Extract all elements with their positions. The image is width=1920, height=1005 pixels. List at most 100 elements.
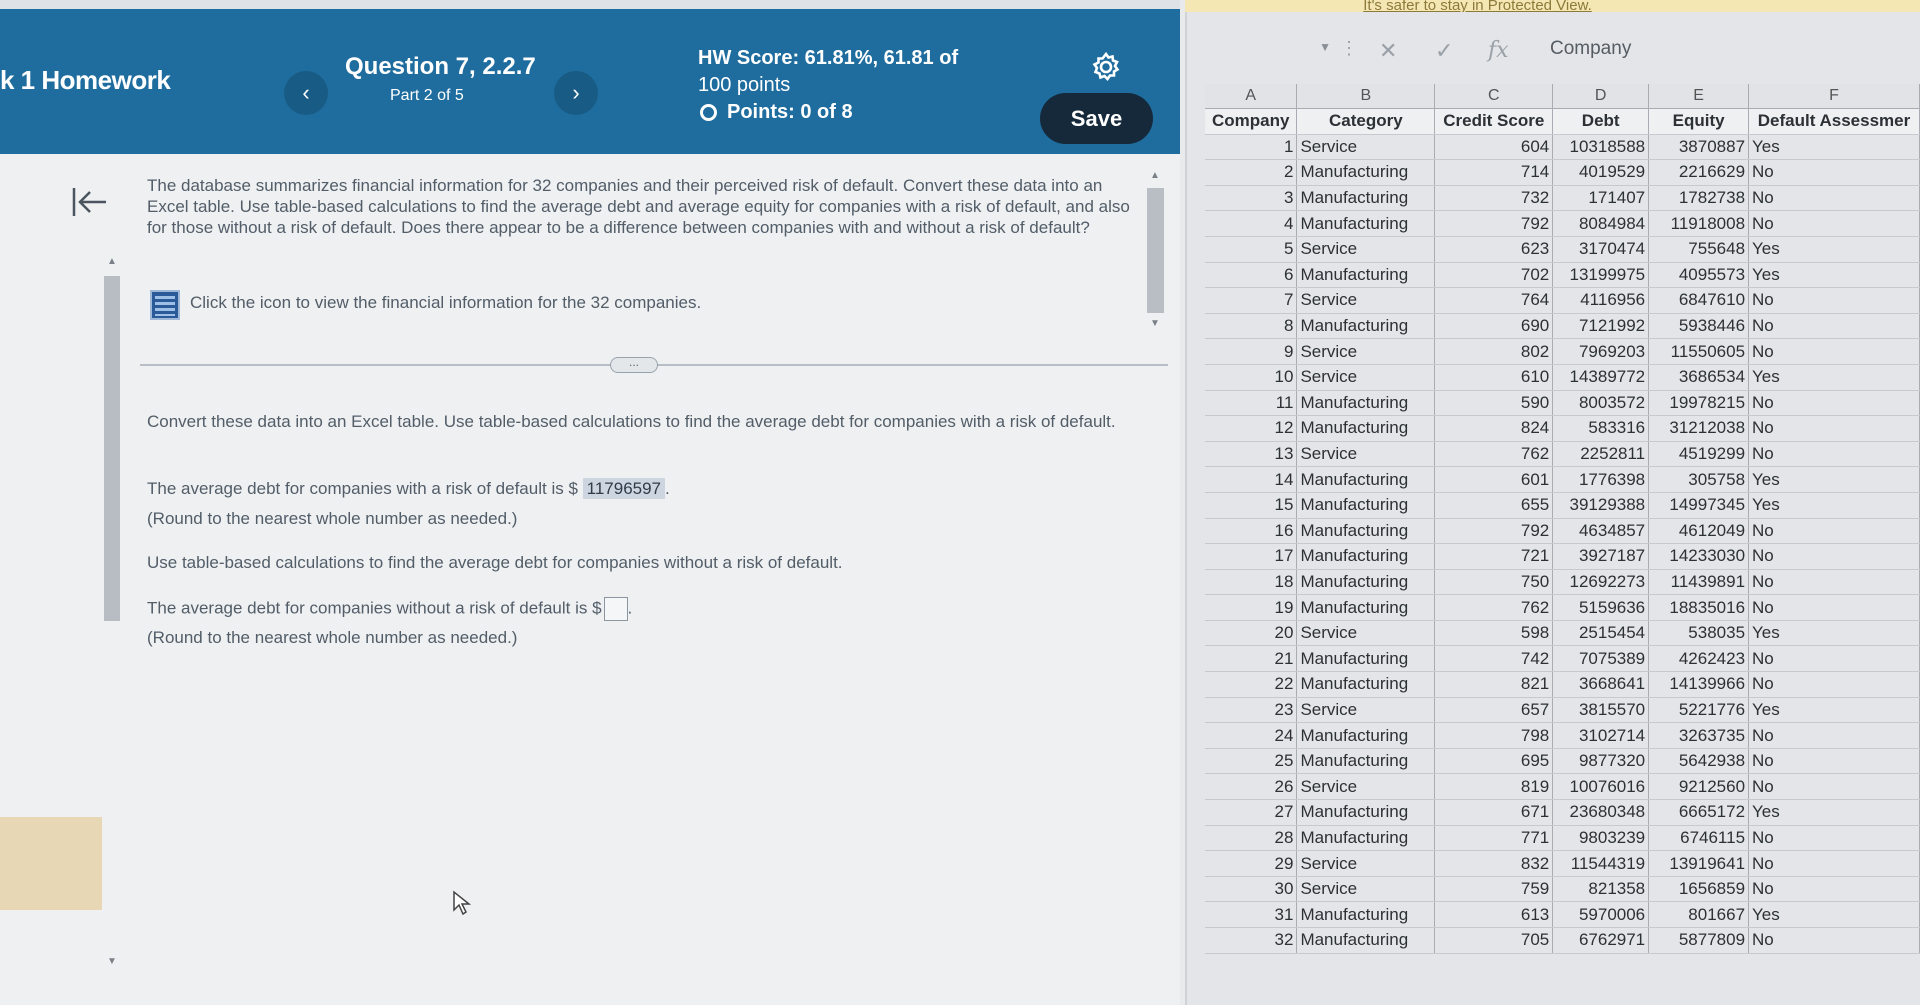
column-letter[interactable]: F	[1748, 84, 1920, 109]
table-cell[interactable]: Manufacturing	[1296, 748, 1436, 775]
table-cell[interactable]: 4019529	[1552, 159, 1650, 186]
table-cell[interactable]: 39129388	[1552, 492, 1650, 519]
table-cell[interactable]: 9877320	[1552, 748, 1650, 775]
table-cell[interactable]: 671	[1434, 799, 1554, 826]
table-cell[interactable]: 5642938	[1648, 748, 1750, 775]
column-letter[interactable]: E	[1648, 84, 1750, 109]
table-cell[interactable]: 14997345	[1648, 492, 1750, 519]
table-cell[interactable]: 25	[1205, 748, 1298, 775]
table-cell[interactable]: 7121992	[1552, 313, 1650, 340]
table-cell[interactable]: 18835016	[1648, 594, 1750, 621]
table-cell[interactable]: Manufacturing	[1296, 159, 1436, 186]
table-cell[interactable]: Manufacturing	[1296, 825, 1436, 852]
table-cell[interactable]: 4	[1205, 210, 1298, 237]
table-cell[interactable]: No	[1748, 185, 1920, 212]
table-cell[interactable]: 4116956	[1552, 287, 1650, 314]
table-cell[interactable]: Manufacturing	[1296, 466, 1436, 493]
table-cell[interactable]: 11918008	[1648, 210, 1750, 237]
table-cell[interactable]: Manufacturing	[1296, 518, 1436, 545]
table-cell[interactable]: Service	[1296, 287, 1436, 314]
table-cell[interactable]: 598	[1434, 620, 1554, 647]
table-cell[interactable]: 6762971	[1552, 927, 1650, 954]
table-header-cell[interactable]: Company	[1205, 108, 1298, 135]
table-cell[interactable]: Yes	[1748, 620, 1920, 647]
table-cell[interactable]: 19	[1205, 594, 1298, 621]
table-cell[interactable]: 721	[1434, 543, 1554, 570]
table-cell[interactable]: 832	[1434, 850, 1554, 877]
table-cell[interactable]: Manufacturing	[1296, 722, 1436, 749]
table-cell[interactable]: Service	[1296, 236, 1436, 263]
table-cell[interactable]: 690	[1434, 313, 1554, 340]
collapse-back-icon[interactable]	[70, 184, 110, 220]
table-cell[interactable]: 3102714	[1552, 722, 1650, 749]
table-cell[interactable]: 714	[1434, 159, 1554, 186]
table-cell[interactable]: 613	[1434, 901, 1554, 928]
answer1-field[interactable]: 11796597	[582, 478, 666, 499]
table-cell[interactable]: Manufacturing	[1296, 594, 1436, 621]
table-cell[interactable]: 3	[1205, 185, 1298, 212]
table-cell[interactable]: 764	[1434, 287, 1554, 314]
table-cell[interactable]: 821358	[1552, 876, 1650, 903]
table-cell[interactable]: 12692273	[1552, 569, 1650, 596]
table-header-cell[interactable]: Debt	[1552, 108, 1650, 135]
table-cell[interactable]: 801667	[1648, 901, 1750, 928]
table-cell[interactable]: 5877809	[1648, 927, 1750, 954]
table-cell[interactable]: 762	[1434, 594, 1554, 621]
table-cell[interactable]: No	[1748, 876, 1920, 903]
table-cell[interactable]: 15	[1205, 492, 1298, 519]
next-question-button[interactable]: ›	[554, 71, 598, 115]
table-header-cell[interactable]: Credit Score	[1434, 108, 1554, 135]
table-cell[interactable]: 3668641	[1552, 671, 1650, 698]
table-cell[interactable]: 10076016	[1552, 773, 1650, 801]
table-cell[interactable]: Manufacturing	[1296, 671, 1436, 698]
table-cell[interactable]: Manufacturing	[1296, 799, 1436, 826]
cancel-icon[interactable]: ✕	[1379, 38, 1397, 64]
table-cell[interactable]: Service	[1296, 620, 1436, 647]
scrollbar-thumb[interactable]	[104, 276, 120, 621]
table-cell[interactable]: No	[1748, 594, 1920, 621]
table-cell[interactable]: 10318588	[1552, 134, 1650, 161]
table-cell[interactable]: Service	[1296, 338, 1436, 365]
table-cell[interactable]: No	[1748, 671, 1920, 698]
table-cell[interactable]: 798	[1434, 722, 1554, 749]
table-cell[interactable]: 6746115	[1648, 825, 1750, 852]
table-cell[interactable]: Manufacturing	[1296, 645, 1436, 673]
table-cell[interactable]: No	[1748, 748, 1920, 775]
table-cell[interactable]: 2216629	[1648, 159, 1750, 186]
table-cell[interactable]: 32	[1205, 927, 1298, 954]
scroll-down-arrow-icon[interactable]: ▼	[1150, 318, 1160, 329]
table-cell[interactable]: 13	[1205, 441, 1298, 468]
column-letter[interactable]: D	[1552, 84, 1650, 109]
table-cell[interactable]: No	[1748, 773, 1920, 801]
scroll-up-arrow-icon[interactable]: ▲	[107, 256, 117, 267]
table-cell[interactable]: Manufacturing	[1296, 262, 1436, 289]
table-cell[interactable]: No	[1748, 338, 1920, 365]
table-cell[interactable]: 6847610	[1648, 287, 1750, 314]
table-cell[interactable]: 9	[1205, 338, 1298, 365]
table-cell[interactable]: 4095573	[1648, 262, 1750, 289]
table-cell[interactable]: 8003572	[1552, 390, 1650, 417]
table-cell[interactable]: 1776398	[1552, 466, 1650, 493]
name-box[interactable]: ▼	[1205, 34, 1335, 66]
dropdown-icon[interactable]: ▼	[1319, 40, 1331, 54]
table-cell[interactable]: Service	[1296, 876, 1436, 903]
table-cell[interactable]: 1	[1205, 134, 1298, 161]
table-cell[interactable]: 702	[1434, 262, 1554, 289]
table-cell[interactable]: 771	[1434, 825, 1554, 852]
table-header-cell[interactable]: Equity	[1648, 108, 1750, 135]
table-cell[interactable]: 28	[1205, 825, 1298, 852]
table-cell[interactable]: Yes	[1748, 799, 1920, 826]
table-cell[interactable]: Yes	[1748, 697, 1920, 724]
table-cell[interactable]: 30	[1205, 876, 1298, 903]
table-icon[interactable]	[150, 290, 180, 320]
table-cell[interactable]: 2515454	[1552, 620, 1650, 647]
table-cell[interactable]: 13919641	[1648, 850, 1750, 877]
table-cell[interactable]: No	[1748, 518, 1920, 545]
table-cell[interactable]: 5159636	[1552, 594, 1650, 621]
table-cell[interactable]: Yes	[1748, 492, 1920, 519]
table-cell[interactable]: 3263735	[1648, 722, 1750, 749]
table-cell[interactable]: 5221776	[1648, 697, 1750, 724]
table-cell[interactable]: 824	[1434, 415, 1554, 442]
table-cell[interactable]: Manufacturing	[1296, 492, 1436, 519]
table-cell[interactable]: 9803239	[1552, 825, 1650, 852]
